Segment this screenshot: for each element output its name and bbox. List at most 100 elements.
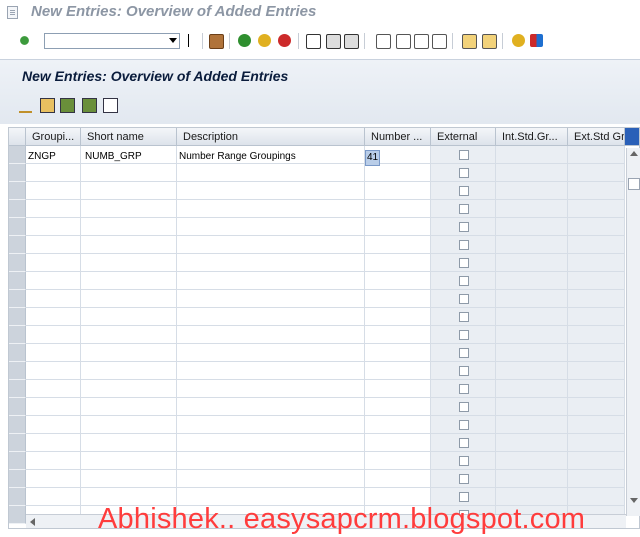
command-field[interactable] [44, 33, 180, 49]
external-checkbox[interactable] [459, 294, 469, 304]
external-checkbox[interactable] [459, 312, 469, 322]
row-selector[interactable] [9, 146, 26, 164]
scroll-up-icon[interactable] [630, 151, 638, 156]
table-row [26, 362, 625, 380]
row-selector-header[interactable] [9, 128, 26, 146]
external-checkbox[interactable] [459, 402, 469, 412]
chevron-down-icon[interactable] [169, 38, 177, 43]
column-header-ext-std-group[interactable]: Ext.Std Gr [568, 128, 625, 146]
cell-grouping[interactable]: ZNGP [28, 148, 56, 166]
shortcut-icon[interactable] [482, 34, 497, 49]
table-row [26, 290, 625, 308]
enter-check-icon[interactable] [18, 34, 31, 47]
external-checkbox[interactable] [459, 258, 469, 268]
scroll-down-icon[interactable] [630, 498, 638, 503]
standard-toolbar [0, 28, 640, 56]
row-selector[interactable] [9, 380, 26, 398]
external-checkbox[interactable] [459, 438, 469, 448]
new-session-icon[interactable] [462, 34, 477, 49]
cell-number[interactable]: 41 [365, 150, 381, 166]
scroll-left-icon[interactable] [30, 518, 35, 526]
separator [202, 33, 203, 49]
external-checkbox[interactable] [459, 330, 469, 340]
table-row [26, 272, 625, 290]
row-selector[interactable] [9, 290, 26, 308]
row-selector[interactable] [9, 236, 26, 254]
vertical-scrollbar[interactable] [626, 148, 640, 516]
external-checkbox[interactable] [459, 168, 469, 178]
first-page-icon[interactable] [376, 34, 391, 49]
row-selector[interactable] [9, 308, 26, 326]
column-divider [430, 146, 431, 524]
last-page-icon[interactable] [432, 34, 447, 49]
row-selector[interactable] [9, 452, 26, 470]
external-checkbox[interactable] [459, 240, 469, 250]
table-row [26, 326, 625, 344]
external-checkbox[interactable] [459, 456, 469, 466]
table-row [26, 308, 625, 326]
back-arrow-icon[interactable] [188, 34, 195, 47]
table-row [26, 380, 625, 398]
row-selector[interactable] [9, 182, 26, 200]
find-next-icon[interactable] [344, 34, 359, 49]
help-icon[interactable] [512, 34, 525, 47]
external-checkbox[interactable] [459, 420, 469, 430]
copy-as-icon[interactable] [40, 98, 55, 113]
table-row [26, 200, 625, 218]
watermark-text: Abhishek.. easysapcrm.blogspot.com [98, 503, 586, 535]
external-checkbox[interactable] [459, 366, 469, 376]
external-checkbox[interactable] [459, 150, 469, 160]
save-icon[interactable] [209, 34, 224, 49]
column-header-description[interactable]: Description [177, 128, 365, 146]
row-selector[interactable] [9, 200, 26, 218]
select-all-icon[interactable] [103, 98, 118, 113]
external-checkbox[interactable] [459, 348, 469, 358]
external-checkbox[interactable] [459, 204, 469, 214]
external-checkbox[interactable] [459, 186, 469, 196]
delete-icon[interactable] [60, 98, 75, 113]
external-checkbox[interactable] [459, 384, 469, 394]
table-row [26, 452, 625, 470]
row-selector[interactable] [9, 416, 26, 434]
column-divider [80, 146, 81, 524]
find-icon[interactable] [326, 34, 341, 49]
external-checkbox[interactable] [459, 276, 469, 286]
next-page-icon[interactable] [414, 34, 429, 49]
cancel-icon[interactable] [278, 34, 291, 47]
exit-icon[interactable] [258, 34, 271, 47]
table-row [26, 164, 625, 182]
row-selector[interactable] [9, 398, 26, 416]
row-selector[interactable] [9, 488, 26, 506]
cell-short-name[interactable]: NUMB_GRP [85, 148, 142, 166]
customize-layout-icon[interactable] [530, 34, 543, 47]
row-selector[interactable] [9, 344, 26, 362]
edit-pencil-icon[interactable] [19, 98, 32, 113]
external-checkbox[interactable] [459, 492, 469, 502]
print-icon[interactable] [306, 34, 321, 49]
cell-description[interactable]: Number Range Groupings [179, 148, 296, 166]
row-selector[interactable] [9, 326, 26, 344]
row-selector[interactable] [9, 218, 26, 236]
row-selector[interactable] [9, 272, 26, 290]
table-row [26, 344, 625, 362]
previous-page-icon[interactable] [396, 34, 411, 49]
external-checkbox[interactable] [459, 474, 469, 484]
column-header-external[interactable]: External [431, 128, 496, 146]
column-header-short-name[interactable]: Short name [81, 128, 177, 146]
undo-change-icon[interactable] [82, 98, 97, 113]
scroll-thumb[interactable] [628, 178, 640, 190]
column-header-grouping[interactable]: Groupi... [26, 128, 81, 146]
row-selector[interactable] [9, 164, 26, 182]
column-header-int-std-group[interactable]: Int.Std.Gr... [496, 128, 568, 146]
table-row [26, 434, 625, 452]
external-checkbox[interactable] [459, 222, 469, 232]
row-selector[interactable] [9, 254, 26, 272]
row-selector[interactable] [9, 434, 26, 452]
column-header-number[interactable]: Number ... [365, 128, 431, 146]
row-selector[interactable] [9, 470, 26, 488]
row-selector[interactable] [9, 506, 26, 524]
table-row [26, 182, 625, 200]
table-settings-icon[interactable] [625, 128, 639, 146]
row-selector[interactable] [9, 362, 26, 380]
back-icon[interactable] [238, 34, 251, 47]
